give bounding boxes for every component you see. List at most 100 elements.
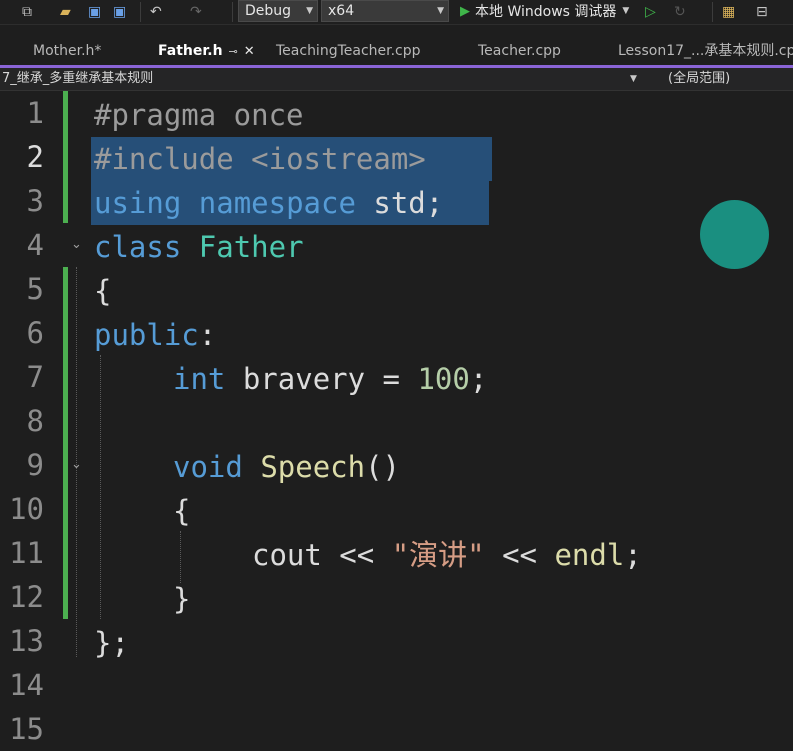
platform-select[interactable]: x64 ▼ [321, 0, 449, 22]
tab-label: Lesson17_...承基本规则.cpp [618, 43, 793, 59]
line-number: 1 [26, 96, 44, 130]
code-line-3: using namespace std; [94, 181, 443, 225]
keyword: int [173, 362, 226, 396]
hot-reload-icon[interactable]: ↻ [674, 3, 686, 21]
start-debugging-button[interactable]: ▶ 本地 Windows 调试器 ▼ [460, 0, 629, 22]
code-token: std; [355, 186, 444, 220]
code-token: ; [469, 362, 488, 396]
class-name: Father [198, 230, 304, 264]
keyword: namespace [198, 186, 356, 220]
code-token: : [198, 318, 217, 352]
keyword: class [94, 230, 182, 264]
line-number: 5 [26, 272, 44, 306]
configuration-select[interactable]: Debug ▼ [238, 0, 318, 22]
tab-teachingteacher-cpp[interactable]: TeachingTeacher.cpp [276, 38, 421, 65]
chevron-down-icon: ▼ [306, 6, 313, 16]
change-bar [63, 91, 68, 223]
line-number: 3 [26, 184, 44, 218]
change-bar [63, 267, 68, 619]
start-debugging-label: 本地 Windows 调试器 [475, 4, 617, 20]
code-line-4: class Father [94, 225, 304, 269]
redo-icon[interactable]: ↷ [190, 3, 202, 21]
code-editor[interactable]: ⌄ ⌄ 1 2 3 4 5 6 7 8 9 10 11 12 13 14 15 … [0, 91, 793, 746]
code-token: { [173, 494, 191, 528]
line-number: 7 [26, 360, 44, 394]
code-line-2: #include <iostream> [94, 137, 426, 181]
code-line-7: int bravery = 100; [173, 357, 487, 401]
close-icon[interactable]: ✕ [244, 44, 255, 59]
code-token: <iostream> [233, 142, 426, 176]
undo-icon[interactable]: ↶ [150, 3, 162, 21]
code-token: { [94, 274, 112, 308]
tab-label: Teacher.cpp [478, 43, 561, 59]
keyword: void [173, 450, 243, 484]
code-line-1: #pragma once [94, 93, 304, 137]
line-number: 14 [9, 668, 44, 702]
navigation-bar: 7_继承_多重继承基本规则 ▼ (全局范围) [0, 68, 793, 91]
code-token: }; [94, 626, 129, 660]
code-line-10: { [173, 489, 190, 533]
tab-teacher-cpp[interactable]: Teacher.cpp [478, 38, 561, 65]
code-token: ; [624, 538, 642, 572]
main-toolbar: ⧉ ▰ ▣ ▣ ↶ ↷ Debug ▼ x64 ▼ ▶ 本地 Windows 调… [0, 0, 793, 25]
tab-mother-h[interactable]: Mother.h* [33, 38, 101, 65]
code-line-9: void Speech() [173, 445, 400, 489]
line-number: 8 [26, 404, 44, 438]
function-name: endl [554, 538, 625, 572]
project-dropdown[interactable]: 7_继承_多重继承基本规则 [2, 68, 153, 90]
pin-icon[interactable]: ⊸ [229, 45, 238, 58]
indent-guide [100, 355, 101, 619]
tab-lesson17-cpp[interactable]: Lesson17_...承基本规则.cpp [618, 38, 793, 65]
fold-chevron-icon[interactable]: ⌄ [71, 223, 82, 267]
code-line-12: } [173, 577, 190, 621]
tab-father-h[interactable]: Father.h ⊸ ✕ [158, 38, 255, 65]
line-number: 2 [26, 140, 44, 174]
code-token: << [484, 538, 555, 572]
line-number: 15 [9, 712, 44, 746]
window-layout-icon[interactable]: ⊟ [756, 3, 768, 21]
open-folder-icon[interactable]: ▰ [60, 3, 71, 21]
line-number: 11 [9, 536, 44, 570]
line-number: 4 [26, 228, 44, 262]
start-without-debugging-icon[interactable]: ▷ [645, 3, 656, 21]
preprocessor-directive: #pragma [94, 98, 217, 132]
keyword: using [94, 186, 182, 220]
chevron-down-icon: ▼ [437, 6, 444, 16]
platform-value: x64 [328, 3, 355, 19]
code-line-11: cout << "演讲" << endl; [252, 533, 642, 577]
code-line-6: public: [94, 313, 216, 357]
line-number: 6 [26, 316, 44, 350]
tab-label: Mother.h* [33, 43, 102, 59]
line-number: 10 [9, 492, 44, 526]
number-literal: 100 [417, 362, 470, 396]
fold-chevron-icon[interactable]: ⌄ [71, 443, 82, 487]
string-literal: "演讲" [391, 538, 485, 572]
tab-label: Father.h [158, 43, 223, 59]
chevron-down-icon[interactable]: ▼ [630, 68, 637, 90]
keyword: public [94, 318, 199, 352]
function-name: Speech [260, 450, 366, 484]
configuration-value: Debug [245, 3, 292, 19]
save-icon[interactable]: ▣ [88, 3, 101, 21]
code-line-13: }; [94, 621, 129, 665]
start-debugging-icon: ▶ [460, 3, 470, 19]
chevron-down-icon: ▼ [622, 6, 630, 16]
line-number: 9 [26, 448, 44, 482]
code-token: () [365, 450, 400, 484]
document-tabs: Mother.h* Father.h ⊸ ✕ TeachingTeacher.cpp… [0, 38, 793, 65]
scope-dropdown[interactable]: (全局范围) [668, 68, 730, 90]
tab-label: TeachingTeacher.cpp [276, 43, 421, 59]
mouse-cursor-indicator [700, 200, 769, 269]
code-token: cout << [252, 538, 392, 572]
line-number: 13 [9, 624, 44, 658]
line-number: 12 [9, 580, 44, 614]
indent-guide [180, 531, 181, 583]
solution-explorer-icon[interactable]: ▦ [722, 3, 735, 21]
preprocessor-directive: #include [94, 142, 234, 176]
save-all-icon[interactable]: ▣ [113, 3, 126, 21]
new-project-icon[interactable]: ⧉ [22, 3, 32, 21]
code-line-5: { [94, 269, 111, 313]
